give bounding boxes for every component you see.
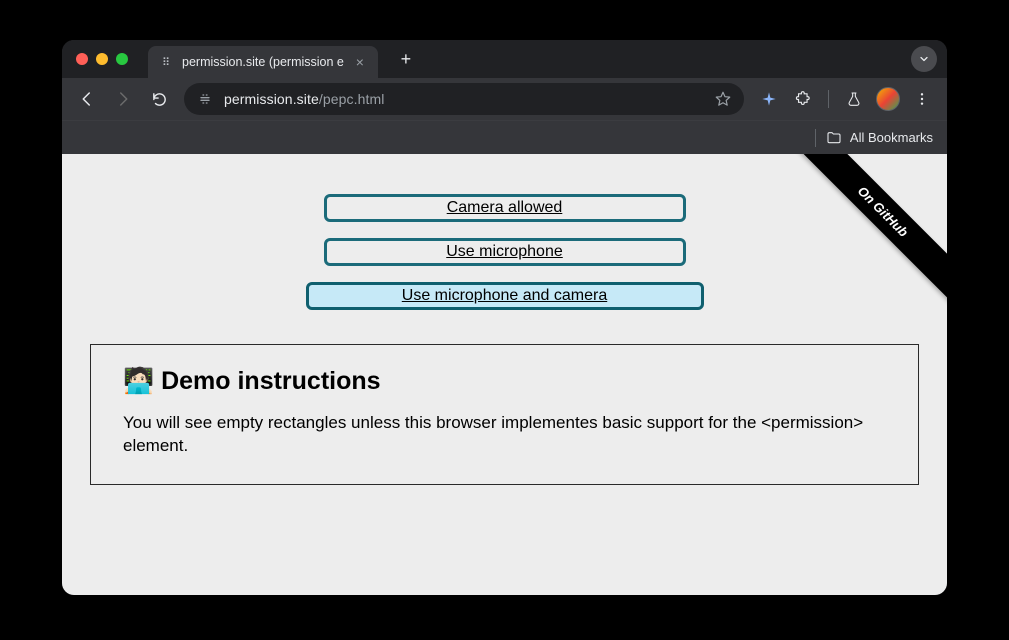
separator: [828, 90, 829, 108]
all-bookmarks-button[interactable]: All Bookmarks: [826, 130, 933, 146]
address-bar[interactable]: permission.site/pepc.html: [184, 83, 744, 115]
gemini-button[interactable]: [754, 84, 784, 114]
reload-button[interactable]: [144, 84, 174, 114]
extensions-button[interactable]: [788, 84, 818, 114]
microphone-permission-button[interactable]: Use microphone: [324, 238, 686, 266]
browser-tab[interactable]: ⠿ permission.site (permission e ×: [148, 46, 378, 78]
window-controls: [72, 53, 140, 65]
permission-buttons: Camera allowed Use microphone Use microp…: [62, 194, 947, 310]
titlebar: ⠿ permission.site (permission e × +: [62, 40, 947, 78]
chevron-down-icon: [918, 53, 930, 65]
maximize-window-button[interactable]: [116, 53, 128, 65]
tab-overflow-button[interactable]: [911, 46, 937, 72]
new-tab-button[interactable]: +: [392, 45, 420, 73]
url-path: /pepc.html: [319, 91, 385, 107]
page-content: Camera allowed Use microphone Use microp…: [62, 154, 947, 595]
puzzle-icon: [795, 91, 812, 108]
kebab-icon: [914, 91, 930, 107]
back-button[interactable]: [72, 84, 102, 114]
arrow-left-icon: [78, 90, 96, 108]
url-host: permission.site: [224, 91, 319, 107]
toolbar-right: [750, 84, 937, 114]
browser-window: ⠿ permission.site (permission e × + perm…: [62, 40, 947, 595]
labs-button[interactable]: [839, 84, 869, 114]
folder-icon: [826, 130, 842, 146]
mic-camera-permission-button[interactable]: Use microphone and camera: [306, 282, 704, 310]
profile-button[interactable]: [873, 84, 903, 114]
camera-permission-button[interactable]: Camera allowed: [324, 194, 686, 222]
instructions-heading: 🧑🏻‍💻 Demo instructions: [123, 367, 886, 396]
instructions-box: 🧑🏻‍💻 Demo instructions You will see empt…: [90, 344, 919, 485]
all-bookmarks-label: All Bookmarks: [850, 130, 933, 145]
instructions-body: You will see empty rectangles unless thi…: [123, 412, 886, 458]
minimize-window-button[interactable]: [96, 53, 108, 65]
tab-favicon-icon: ⠿: [158, 54, 174, 70]
tab-close-button[interactable]: ×: [352, 54, 368, 70]
arrow-right-icon: [114, 90, 132, 108]
toolbar: permission.site/pepc.html: [62, 78, 947, 120]
forward-button[interactable]: [108, 84, 138, 114]
bookmark-button[interactable]: [714, 90, 732, 108]
sparkle-icon: [761, 91, 777, 107]
reload-icon: [151, 91, 168, 108]
site-info-icon[interactable]: [196, 90, 214, 108]
tab-title: permission.site (permission e: [182, 55, 344, 69]
avatar-icon: [876, 87, 900, 111]
bookmarks-bar: All Bookmarks: [62, 120, 947, 154]
menu-button[interactable]: [907, 84, 937, 114]
url-text: permission.site/pepc.html: [224, 91, 704, 107]
star-icon: [714, 90, 732, 108]
separator: [815, 129, 816, 147]
close-window-button[interactable]: [76, 53, 88, 65]
flask-icon: [846, 91, 862, 107]
